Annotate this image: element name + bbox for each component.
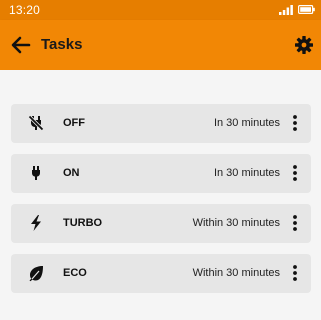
- plug-off-icon: [27, 114, 45, 132]
- task-time: In 30 minutes: [213, 117, 280, 129]
- list-item[interactable]: ON In 30 minutes: [11, 154, 311, 193]
- list-item[interactable]: ECO Within 30 minutes: [11, 254, 311, 293]
- page-title: Tasks: [41, 36, 83, 53]
- gear-icon[interactable]: [294, 35, 314, 55]
- battery-icon: [298, 5, 315, 14]
- task-list: OFF In 30 minutes ON In 30 minutes TURBO: [0, 70, 321, 320]
- list-item[interactable]: TURBO Within 30 minutes: [11, 204, 311, 243]
- status-bar: 13:20: [0, 0, 321, 20]
- more-vertical-icon[interactable]: [285, 163, 305, 183]
- leaf-icon: [29, 266, 43, 282]
- more-vertical-icon[interactable]: [285, 113, 305, 133]
- arrow-left-icon[interactable]: [8, 32, 34, 58]
- task-name: TURBO: [63, 217, 103, 229]
- signal-icon: [279, 5, 293, 15]
- task-time: Within 30 minutes: [192, 217, 280, 229]
- task-name: ON: [63, 167, 80, 179]
- task-time: In 30 minutes: [213, 167, 280, 179]
- list-item[interactable]: OFF In 30 minutes: [11, 104, 311, 143]
- more-vertical-icon[interactable]: [285, 213, 305, 233]
- status-time: 13:20: [9, 3, 41, 17]
- task-name: OFF: [63, 117, 85, 129]
- task-name: ECO: [63, 267, 87, 279]
- app-bar: Tasks: [0, 20, 321, 70]
- lightning-icon: [31, 215, 41, 231]
- task-time: Within 30 minutes: [192, 267, 280, 279]
- more-vertical-icon[interactable]: [285, 263, 305, 283]
- plug-icon: [32, 166, 40, 180]
